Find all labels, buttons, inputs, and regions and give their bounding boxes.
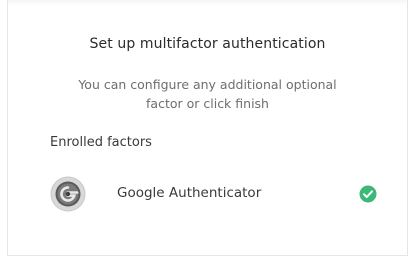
factor-name: Google Authenticator — [117, 185, 262, 201]
check-circle-icon — [359, 185, 377, 203]
dialog-title: Set up multifactor authentication — [89, 36, 326, 52]
enrolled-factors-label: Enrolled factors — [50, 135, 152, 150]
dialog-subtitle: You can configure any additional optiona… — [58, 75, 357, 113]
google-authenticator-logo — [50, 176, 86, 212]
subtitle-line-2: factor or click finish — [146, 96, 269, 111]
enrolled-check-svg — [359, 185, 377, 203]
mfa-setup-page: Set up multifactor authentication You ca… — [0, 0, 416, 258]
factor-row-google-authenticator: Google Authenticator — [50, 176, 377, 212]
google-authenticator-icon — [50, 176, 86, 212]
subtitle-line-1: You can configure any additional optiona… — [78, 77, 337, 92]
card-top-edge — [8, 0, 407, 6]
mfa-setup-card: Set up multifactor authentication You ca… — [7, 0, 408, 256]
